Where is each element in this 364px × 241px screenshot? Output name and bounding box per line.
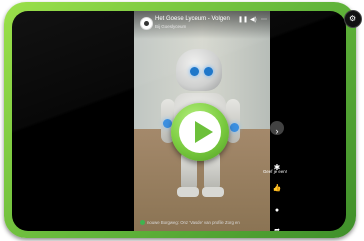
chevron-right-icon: › xyxy=(275,126,279,136)
video-screen: Het Goese Lyceum - Volgen Bij Goeslyceum… xyxy=(12,11,346,231)
avatar[interactable] xyxy=(140,17,153,30)
caption-icon xyxy=(140,220,145,225)
robot-foot-left xyxy=(177,187,199,197)
corner-settings-button[interactable]: ⚙ xyxy=(344,10,362,28)
video-area[interactable]: Het Goese Lyceum - Volgen Bij Goeslyceum… xyxy=(134,11,270,231)
robot-light-right xyxy=(230,123,239,132)
gear-icon: ⚙ xyxy=(349,14,357,23)
sparkle-icon[interactable]: ✱ xyxy=(272,157,282,172)
volume-icon[interactable]: ◀) xyxy=(250,16,257,23)
more-icon[interactable]: ⋯ xyxy=(261,16,267,23)
play-button[interactable] xyxy=(171,103,229,161)
next-button[interactable]: › xyxy=(270,121,284,136)
video-header: Het Goese Lyceum - Volgen Bij Goeslyceum… xyxy=(134,11,270,39)
thumbs-up-icon[interactable]: 👍 xyxy=(272,177,282,192)
channel-subtitle: Bij Goeslyceum xyxy=(155,24,187,29)
play-icon xyxy=(195,121,213,143)
robot-eye-right xyxy=(204,67,213,76)
share-label: Geef je een! xyxy=(263,169,287,174)
robot-head xyxy=(176,49,222,91)
share-icon[interactable]: ➦ xyxy=(272,219,282,231)
comment-icon[interactable]: ● xyxy=(272,199,282,214)
caption-text: nouwe Borgweg: Onz 'Vasde' van profile Z… xyxy=(147,220,240,225)
robot-foot-right xyxy=(202,187,224,197)
channel-name[interactable]: Het Goese Lyceum - Volgen xyxy=(155,16,230,22)
pause-icon[interactable]: ❚❚ xyxy=(238,16,248,23)
robot-eye-left xyxy=(190,67,199,76)
play-button-inner xyxy=(179,111,221,153)
